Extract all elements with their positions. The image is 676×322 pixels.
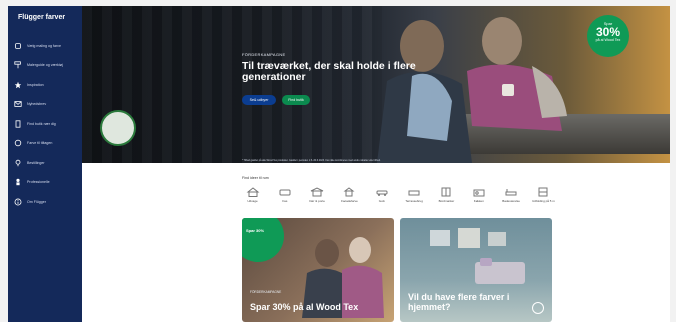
hero-secondary-button[interactable]: Find butik — [282, 95, 310, 105]
brand-logo[interactable]: Flügger farver — [18, 14, 65, 21]
sidebar-item-store[interactable]: Find butik nær dig — [8, 114, 82, 134]
sidebar-item-label: Bestillinger — [27, 160, 45, 165]
category-item[interactable]: Gulv — [367, 187, 396, 211]
sidebar-item-newsletter[interactable]: Nyhedsbrev — [8, 95, 82, 115]
hero-banner: FÖRDERKAMPAGNE Til træværket, der skal h… — [82, 6, 670, 163]
promo-badge[interactable]: Spar 30% på al Wood Tex — [587, 15, 629, 57]
sidebar-item-label: Om Flügger — [27, 199, 46, 204]
category-item[interactable]: Terrassebrug — [400, 187, 429, 211]
promo-card-woodtex[interactable]: Spar 30% FÖRDERKAMPAGNE Spar 30% på al W… — [242, 218, 394, 322]
sidebar-nav: Vælg maling og farve Malerguide og værkt… — [8, 36, 82, 212]
sidebar-item-paint[interactable]: Vælg maling og farve — [8, 36, 82, 56]
window-icon — [538, 187, 548, 197]
car-icon — [376, 190, 388, 196]
sidebar-item-inspiration[interactable]: Inspiration — [8, 75, 82, 95]
category-label: Dør & porte — [309, 199, 325, 203]
kitchen-icon — [473, 189, 485, 197]
palette-icon — [14, 140, 22, 147]
category-label: Terrassebrug — [405, 199, 423, 203]
sidebar-item-guide[interactable]: Malerguide og værktøj — [8, 56, 82, 76]
card-kicker: FÖRDERKAMPAGNE — [250, 290, 282, 294]
paint-roller-icon — [14, 61, 21, 69]
ecolabel-swan-logo — [100, 110, 136, 146]
category-label: Badeværelse — [502, 199, 520, 203]
door-icon — [15, 120, 21, 128]
sidebar-item-label: Farve til tiltagen — [27, 141, 53, 146]
hero-primary-button[interactable]: Se& udbyer — [242, 95, 276, 105]
category-item[interactable]: Dør & porte — [303, 187, 332, 211]
category-bar: Udvage Fas Dør & porte Facadefarve Gulv … — [238, 187, 558, 211]
sidebar-item-label: Vælg maling og farve — [27, 43, 61, 48]
sidebar-item-label: Nyhedsbrev — [27, 102, 47, 107]
category-item[interactable]: Udfolding på 5 m — [529, 187, 558, 211]
star-icon — [14, 81, 22, 88]
sidebar-item-label: Malerguide og værktøj — [27, 63, 63, 68]
sidebar-item-label: Find butik nær dig — [27, 121, 56, 126]
sidebar-item-about[interactable]: Om Flügger — [8, 192, 82, 212]
category-item[interactable]: Køkken — [464, 187, 493, 211]
card-badge-text: Spar 30% — [246, 228, 265, 233]
category-label: Bordmarker — [438, 199, 455, 203]
category-label: Udfolding på 5 m — [532, 199, 555, 203]
category-item[interactable]: Facadefarve — [335, 187, 364, 211]
sidebar-item-label: Inspiration — [27, 82, 44, 87]
category-label: Køkken — [473, 199, 484, 203]
play-icon[interactable] — [532, 302, 544, 314]
cabinet-icon — [441, 187, 451, 197]
sidebar-item-colors[interactable]: Farve til tiltagen — [8, 134, 82, 154]
hero-people-image — [377, 17, 567, 163]
category-label: Fas — [282, 199, 288, 203]
promo-badge-value: 30% — [595, 25, 621, 39]
category-item[interactable]: Udvage — [238, 187, 267, 211]
hero-kicker: FÖRDERKAMPAGNE — [242, 52, 286, 57]
sidebar-item-orders[interactable]: Bestillinger — [8, 153, 82, 173]
category-item[interactable]: Bordmarker — [432, 187, 461, 211]
card-title: Spar 30% på al Wood Tex — [250, 302, 359, 312]
info-icon — [14, 198, 22, 206]
location-pin-icon — [15, 159, 21, 166]
bed-icon — [408, 190, 420, 196]
category-label: Udvage — [247, 199, 258, 203]
promo-badge-bottom: på al Wood Tex — [595, 38, 621, 42]
house-icon — [246, 187, 259, 197]
sofa-icon — [279, 189, 291, 196]
sidebar: Flügger farver Vælg maling og farve Male… — [8, 6, 82, 322]
app-window: Flügger farver Vælg maling og farve Male… — [8, 6, 670, 322]
hero-caption: * Tilbud gælder på alle Wood Tex produkt… — [242, 159, 381, 162]
paint-bucket-icon — [15, 42, 21, 49]
sidebar-item-professionals[interactable]: Professionelle — [8, 173, 82, 193]
promo-card-colors[interactable]: Vil du have flere farver i hjemmet? — [400, 218, 552, 322]
hero-title: Til træværket, der skal holde i flere ge… — [242, 60, 416, 83]
category-label: Facadefarve — [341, 199, 358, 203]
category-item[interactable]: Badeværelse — [497, 187, 526, 211]
facade-icon — [343, 187, 355, 197]
worker-icon — [16, 179, 20, 186]
sidebar-item-label: Professionelle — [27, 180, 50, 185]
card-discount-badge: Spar 30% — [242, 218, 284, 262]
bathtub-icon — [505, 189, 517, 196]
card-title: Vil du have flere farver i hjemmet? — [408, 292, 510, 312]
garage-icon — [310, 187, 324, 197]
mail-icon — [14, 101, 22, 108]
category-label: Gulv — [378, 199, 385, 203]
category-heading: Find ideer til rum — [242, 176, 269, 180]
category-item[interactable]: Fas — [270, 187, 299, 211]
